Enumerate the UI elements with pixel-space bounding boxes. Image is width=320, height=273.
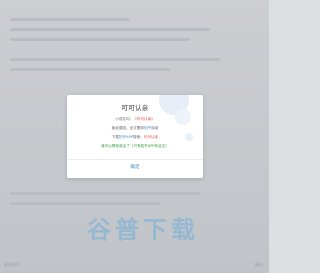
book-name-line: 小说名叫：《可可认亲》: [67, 117, 203, 121]
download-prefix: 下载: [111, 135, 120, 139]
confirm-button[interactable]: 确定: [67, 160, 203, 176]
reason-prefix: 版权原因，全文需到: [111, 126, 144, 130]
note-line: 我可以帮你收全了（只有知乎APP有全文）: [101, 144, 169, 148]
search-term: 可可认亲: [143, 135, 159, 139]
dialog-title: 可可认亲: [121, 104, 149, 112]
book-name: 《可可认亲》: [133, 117, 155, 121]
watermark-logo: 谷普下载: [87, 216, 199, 244]
reason-suffix: 阅读: [151, 126, 159, 130]
copyright-line: 版权原因，全文需到知乎阅读: [67, 126, 203, 130]
download-mid: 搜索：: [133, 135, 144, 139]
app-name: 知乎APP: [119, 135, 133, 139]
book-label: 小说名叫：: [115, 117, 134, 121]
notice-dialog: 可可认亲 小说名叫：《可可认亲》 版权原因，全文需到知乎阅读 下载知乎APP搜索…: [67, 95, 203, 178]
download-line: 下载知乎APP搜索：可可认亲: [67, 135, 203, 139]
